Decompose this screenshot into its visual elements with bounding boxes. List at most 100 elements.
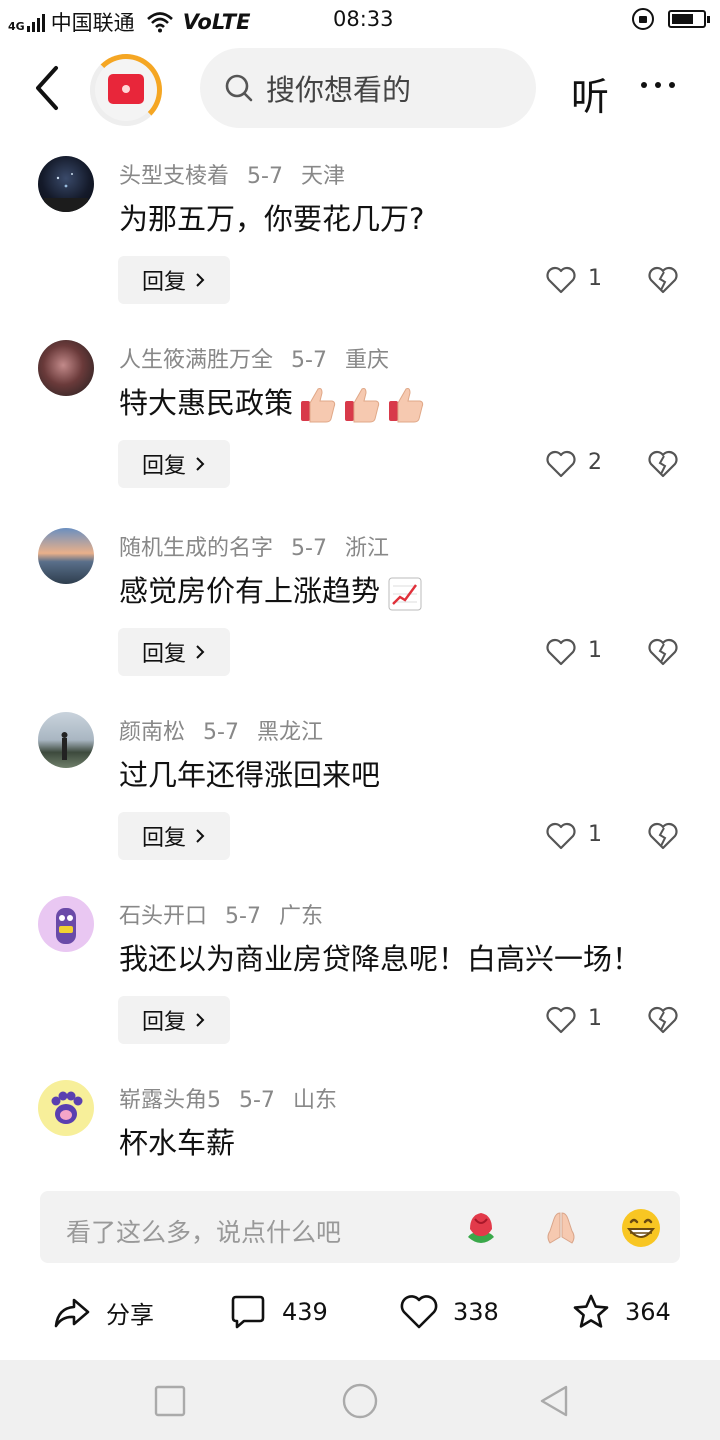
comment-date: 5-7: [203, 720, 239, 745]
comment-text: 感觉房价有上涨趋势: [119, 568, 424, 613]
reply-button[interactable]: 回复: [118, 628, 230, 676]
comment-text: 特大惠民政策: [119, 380, 425, 425]
broken-heart-icon[interactable]: [647, 636, 679, 668]
heart-icon[interactable]: [545, 636, 577, 668]
comment-location: 黑龙江: [256, 720, 323, 745]
comment-meta: 颜南松 5-7 黑龙江: [119, 714, 341, 746]
avatar[interactable]: [38, 712, 94, 768]
thumbs-up-icon: [301, 388, 336, 423]
share-icon: [54, 1298, 90, 1328]
search-bar[interactable]: 搜你想看的: [200, 48, 536, 128]
avatar[interactable]: [38, 340, 94, 396]
avatar[interactable]: [38, 156, 94, 212]
comment-item: 石头开口 5-7 广东 我还以为商业房贷降息呢！白高兴一场！ 回复 1: [0, 896, 720, 1076]
comment-username[interactable]: 头型支棱着: [119, 164, 229, 189]
grin-icon[interactable]: [620, 1207, 662, 1249]
star-icon: [573, 1294, 609, 1328]
comments-count: 439: [282, 1298, 328, 1326]
favorite-button[interactable]: 364: [571, 1292, 671, 1332]
broken-heart-icon[interactable]: [647, 1004, 679, 1036]
clock: 08:33: [333, 7, 394, 31]
pray-icon[interactable]: [540, 1207, 582, 1249]
home-icon[interactable]: [342, 1383, 378, 1419]
comment-date: 5-7: [225, 904, 261, 929]
heart-icon[interactable]: [545, 820, 577, 852]
battery-icon: [668, 10, 710, 28]
comment-meta: 石头开口 5-7 广东: [119, 898, 341, 930]
like-count: 1: [588, 1006, 602, 1031]
back-arrow-icon[interactable]: [30, 64, 70, 112]
back-triangle-icon[interactable]: [536, 1383, 572, 1419]
chevron-right-icon: [196, 457, 205, 471]
comment-item: 崭露头角5 5-7 山东 杯水车薪: [0, 1080, 720, 1170]
comment-username[interactable]: 崭露头角5: [119, 1088, 221, 1113]
comment-date: 5-7: [291, 536, 327, 561]
broken-heart-icon[interactable]: [647, 264, 679, 296]
listen-button[interactable]: 听: [571, 66, 609, 121]
reply-button[interactable]: 回复: [118, 440, 230, 488]
rose-icon[interactable]: [460, 1207, 502, 1249]
reply-button[interactable]: 回复: [118, 812, 230, 860]
system-navigation-bar: [0, 1360, 720, 1440]
avatar[interactable]: [38, 528, 94, 584]
broken-heart-icon[interactable]: [647, 448, 679, 480]
comment-input[interactable]: 看了这么多，说点什么吧: [40, 1191, 680, 1263]
app-logo[interactable]: [90, 54, 162, 126]
top-bar: 搜你想看的 听: [0, 44, 720, 134]
network-type-label: 4G: [8, 20, 25, 33]
comments-button[interactable]: 439: [228, 1292, 328, 1332]
comment-username[interactable]: 石头开口: [119, 904, 207, 929]
chevron-right-icon: [196, 645, 205, 659]
share-label: 分享: [106, 1300, 154, 1329]
comment-location: 山东: [292, 1088, 337, 1113]
comment-text: 我还以为商业房贷降息呢！白高兴一场！: [119, 942, 642, 976]
reply-button[interactable]: 回复: [118, 996, 230, 1044]
chart-increasing-icon: [388, 577, 422, 611]
status-bar: 4G 中国联通 VoLTE 08:33: [0, 0, 720, 40]
avatar[interactable]: [38, 896, 94, 952]
like-count: 1: [588, 266, 602, 291]
chevron-right-icon: [196, 829, 205, 843]
share-button[interactable]: 分享: [52, 1292, 154, 1332]
favorites-count: 364: [625, 1298, 671, 1326]
volte-label: VoLTE: [182, 10, 251, 34]
reply-label: 回复: [141, 454, 186, 479]
comment-location: 浙江: [344, 536, 389, 561]
heart-icon[interactable]: [545, 264, 577, 296]
comment-item: 头型支棱着 5-7 天津 为那五万，你要花几万? 回复 1: [0, 156, 720, 336]
like-count: 1: [588, 822, 602, 847]
comment-text: 杯水车薪: [119, 1126, 236, 1160]
broken-heart-icon[interactable]: [647, 820, 679, 852]
comment-text-content: 特大惠民政策: [119, 386, 294, 420]
status-right: [632, 8, 710, 30]
comment-location: 天津: [300, 164, 345, 189]
comment-location: 重庆: [344, 348, 389, 373]
chevron-right-icon: [196, 273, 205, 287]
comment-date: 5-7: [247, 164, 283, 189]
comment-date: 5-7: [239, 1088, 275, 1113]
comment-username[interactable]: 颜南松: [119, 720, 185, 745]
comment-location: 广东: [278, 904, 323, 929]
avatar[interactable]: [38, 1080, 94, 1136]
reply-label: 回复: [141, 270, 186, 295]
search-icon: [225, 74, 253, 102]
signal-indicator: 4G: [8, 12, 45, 32]
comment-username[interactable]: 随机生成的名字: [119, 536, 273, 561]
comment-date: 5-7: [291, 348, 327, 373]
heart-icon[interactable]: [545, 1004, 577, 1036]
comment-item: 人生筱满胜万全 5-7 重庆 特大惠民政策 回复 2: [0, 340, 720, 520]
red-packet-icon: [108, 74, 144, 104]
heart-icon[interactable]: [545, 448, 577, 480]
more-options-icon[interactable]: [641, 82, 675, 88]
rotation-lock-icon: [632, 8, 654, 30]
like-count: 2: [588, 450, 602, 475]
comment-item: 颜南松 5-7 黑龙江 过几年还得涨回来吧 回复 1: [0, 712, 720, 892]
reply-label: 回复: [141, 642, 186, 667]
reply-button[interactable]: 回复: [118, 256, 230, 304]
wifi-icon: [146, 12, 173, 33]
comment-text: 为那五万，你要花几万?: [119, 202, 425, 236]
battery-level: [672, 14, 693, 24]
like-button[interactable]: 338: [399, 1292, 499, 1332]
comment-username[interactable]: 人生筱满胜万全: [119, 348, 273, 373]
recent-apps-icon[interactable]: [152, 1383, 188, 1419]
